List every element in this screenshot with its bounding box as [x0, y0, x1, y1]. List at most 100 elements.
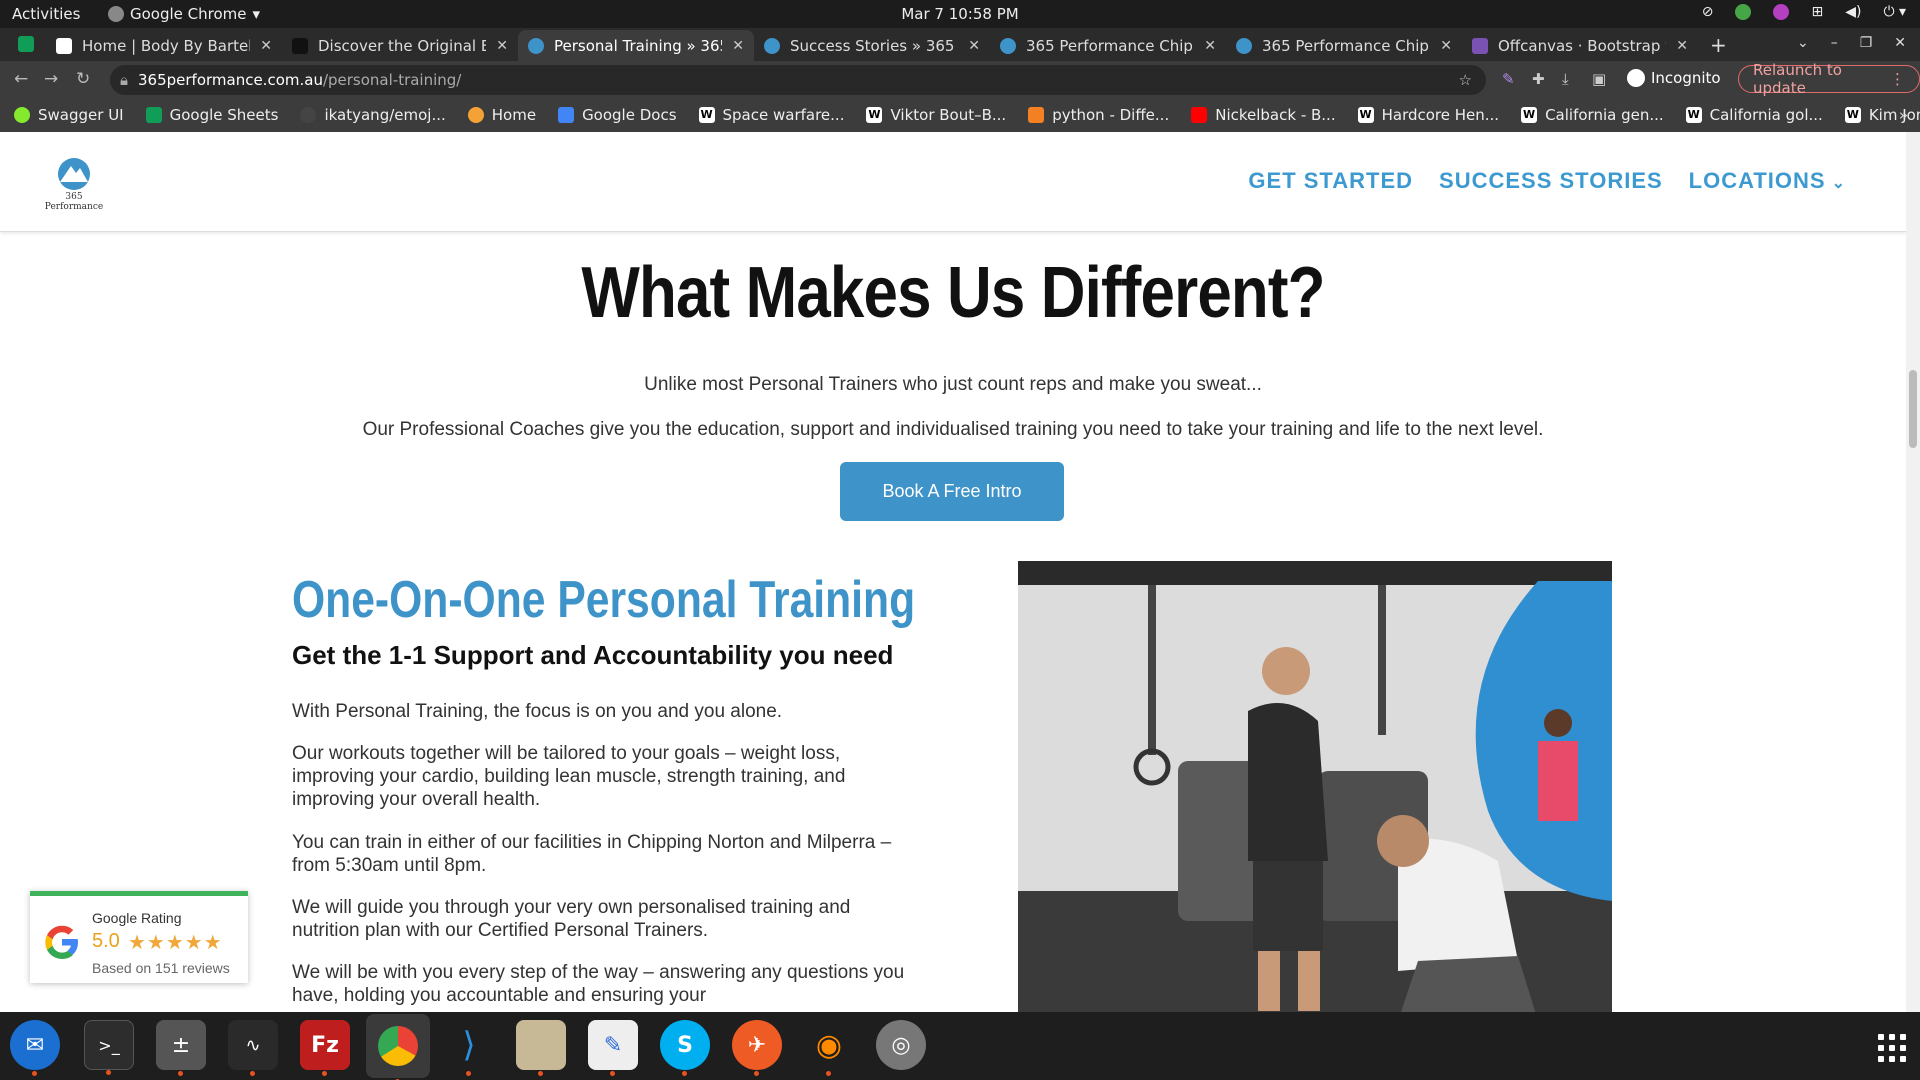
- relaunch-button[interactable]: Relaunch to update ⋮: [1738, 61, 1920, 97]
- reload-icon[interactable]: ↻: [76, 69, 90, 89]
- bookmark-item[interactable]: W Kim Jong-nam...: [1844, 106, 1920, 124]
- bookmark-label: Kim Jong-nam...: [1868, 106, 1920, 124]
- lock-icon[interactable]: 🔒︎: [120, 71, 128, 89]
- body-paragraph: We will guide you through your very own …: [292, 897, 851, 941]
- bookmarks-overflow-icon[interactable]: »: [1899, 106, 1908, 124]
- clock[interactable]: Mar 7 10:58 PM: [0, 5, 1920, 23]
- swagger-icon: [14, 107, 30, 123]
- bookmark-item[interactable]: W Viktor Bout–B...: [866, 106, 1006, 124]
- tab-strip: Home | Body By Bartek ✕ Discover the Ori…: [0, 28, 1920, 61]
- tab[interactable]: Home | Body By Bartek ✕: [46, 30, 282, 61]
- chrome-icon[interactable]: [366, 1014, 430, 1080]
- bookmark-item[interactable]: Google Docs: [558, 106, 677, 124]
- bookmark-item[interactable]: W California gol...: [1685, 106, 1823, 124]
- main-nav: GET STARTED SUCCESS STORIES LOCATIONS ⌄: [1248, 168, 1846, 194]
- bookmark-star-icon[interactable]: ☆: [1459, 71, 1472, 89]
- close-window-icon[interactable]: ✕: [1894, 35, 1906, 51]
- extension-icon[interactable]: [1773, 4, 1790, 20]
- bookmark-item[interactable]: Swagger UI: [14, 106, 124, 124]
- text-editor-icon[interactable]: ✎: [588, 1020, 638, 1076]
- book-free-intro-button[interactable]: Book A Free Intro: [840, 462, 1064, 521]
- tab-active[interactable]: Personal Training » 365 P ✕: [518, 30, 754, 61]
- pen-extension-icon[interactable]: ✎: [1502, 70, 1515, 88]
- url-host: 365performance.com.au: [137, 71, 323, 89]
- back-icon[interactable]: ←: [14, 69, 28, 89]
- tab[interactable]: Offcanvas · Bootstrap v5 ✕: [1462, 30, 1698, 61]
- tab[interactable]: 365 Performance Chippin ✕: [1226, 30, 1462, 61]
- filezilla-icon[interactable]: Fz: [300, 1020, 350, 1076]
- system-tray[interactable]: ⊘ ⊞ ◀) ⏻ ▾: [1702, 4, 1906, 20]
- bookmark-label: Space warfare...: [722, 106, 845, 124]
- calculator-icon[interactable]: ±: [156, 1020, 206, 1076]
- incognito-icon: [1627, 69, 1645, 87]
- tab-search-icon[interactable]: ⌄: [1797, 35, 1809, 51]
- dock: ✉ >_ ± ∿ Fz ⟩ ✎ S ✈ ◉ ◎: [0, 1012, 1920, 1080]
- bookmark-item[interactable]: W Hardcore Hen...: [1357, 106, 1499, 124]
- close-icon[interactable]: ✕: [968, 38, 980, 54]
- new-tab-button[interactable]: +: [1710, 33, 1727, 57]
- thunderbird-icon[interactable]: ✉: [10, 1020, 60, 1076]
- close-icon[interactable]: ✕: [260, 38, 272, 54]
- bookmark-item[interactable]: ikatyang/emoj...: [300, 106, 446, 124]
- rating-reviews: Based on 151 reviews: [92, 960, 230, 976]
- gym-photo-illustration: [1018, 561, 1612, 1012]
- close-icon[interactable]: ✕: [732, 38, 744, 54]
- skype-icon[interactable]: S: [660, 1020, 710, 1076]
- incognito-indicator[interactable]: Incognito: [1627, 69, 1721, 87]
- more-menu-icon[interactable]: ⋮: [1890, 70, 1905, 88]
- bookmark-item[interactable]: W California gen...: [1521, 106, 1664, 124]
- tab[interactable]: Discover the Original Bar ✕: [282, 30, 518, 61]
- firefox-dev-icon[interactable]: ◉: [804, 1020, 854, 1076]
- power-icon[interactable]: ⏻ ▾: [1883, 4, 1906, 20]
- scrollbar-thumb[interactable]: [1909, 370, 1917, 448]
- page-scrollbar[interactable]: [1906, 132, 1920, 1012]
- forward-icon[interactable]: →: [44, 69, 58, 89]
- postman-icon[interactable]: ✈: [732, 1020, 782, 1076]
- rating-score: 5.0: [92, 930, 120, 952]
- show-applications-icon[interactable]: [1878, 1034, 1906, 1062]
- bookmark-item[interactable]: Home: [467, 106, 536, 124]
- tab-favicon: [292, 37, 308, 54]
- sheets-pinned-tab-icon[interactable]: [18, 36, 34, 52]
- sheets-icon: [145, 107, 162, 123]
- extensions-icon[interactable]: ✚: [1532, 70, 1545, 88]
- bookmark-label: Swagger UI: [38, 106, 124, 124]
- bookmark-item[interactable]: Nickelback - B...: [1191, 106, 1336, 124]
- nav-get-started[interactable]: GET STARTED: [1248, 168, 1413, 194]
- disk-icon[interactable]: ◎: [876, 1020, 926, 1070]
- network-icon[interactable]: ⊞: [1811, 4, 1823, 20]
- download-icon[interactable]: ⤓: [1562, 70, 1569, 88]
- wikipedia-icon: W: [866, 107, 883, 123]
- wikipedia-icon: W: [1844, 107, 1861, 123]
- google-g-icon: [45, 925, 78, 959]
- volume-icon[interactable]: ◀): [1845, 4, 1861, 20]
- address-bar[interactable]: 🔒︎ 365performance.com.au/personal-traini…: [110, 65, 1486, 95]
- terminal-icon[interactable]: >_: [84, 1020, 134, 1075]
- update-icon[interactable]: ⊘: [1702, 4, 1714, 20]
- page-heading: What Makes Us Different?: [581, 253, 1325, 333]
- close-icon[interactable]: ✕: [1676, 38, 1688, 54]
- side-panel-icon[interactable]: ▣: [1592, 70, 1606, 88]
- system-monitor-icon[interactable]: ∿: [228, 1020, 278, 1076]
- tab-title: 365 Performance Chippin: [1026, 36, 1194, 55]
- close-icon[interactable]: ✕: [496, 38, 508, 54]
- files-icon[interactable]: [516, 1020, 566, 1076]
- nav-success-stories[interactable]: SUCCESS STORIES: [1439, 168, 1663, 194]
- bookmark-item[interactable]: Google Sheets: [145, 106, 278, 124]
- google-rating-widget[interactable]: Google Rating 5.0 ★★★★★ Based on 151 rev…: [30, 891, 248, 983]
- vscode-icon[interactable]: ⟩: [444, 1020, 494, 1076]
- minimize-icon[interactable]: –: [1831, 35, 1838, 51]
- wikipedia-icon: W: [698, 107, 715, 123]
- bookmark-item[interactable]: W Space warfare...: [698, 106, 845, 124]
- restore-icon[interactable]: ❐: [1860, 35, 1873, 51]
- site-logo[interactable]: 365 Performance: [36, 156, 112, 212]
- close-icon[interactable]: ✕: [1204, 38, 1216, 54]
- tab-title: Offcanvas · Bootstrap v5: [1498, 36, 1667, 55]
- bookmark-item[interactable]: python - Diffe...: [1028, 106, 1169, 124]
- check-icon[interactable]: [1735, 4, 1752, 20]
- close-icon[interactable]: ✕: [1440, 38, 1452, 54]
- system-top-bar: Activities Google Chrome ▾ Mar 7 10:58 P…: [0, 0, 1920, 28]
- tab[interactable]: Success Stories » 365 Perf ✕: [754, 30, 990, 61]
- tab[interactable]: 365 Performance Chippin ✕: [990, 30, 1226, 61]
- nav-locations[interactable]: LOCATIONS ⌄: [1689, 168, 1846, 194]
